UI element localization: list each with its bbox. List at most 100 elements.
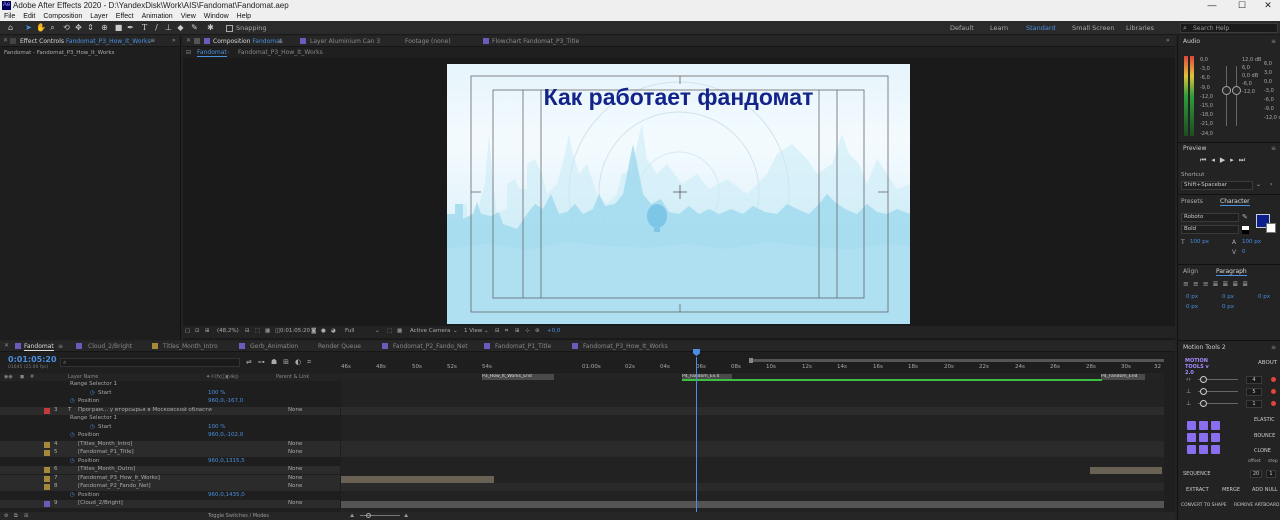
workspace-default[interactable]: Default — [950, 24, 974, 32]
label-color-swatch[interactable] — [44, 450, 50, 456]
color-channel-icon[interactable]: ◕ — [331, 328, 336, 334]
fast-previews-icon[interactable]: ⌗ — [505, 328, 508, 335]
anchor-tc-button[interactable] — [1199, 421, 1208, 430]
timeline-zoom-thumb[interactable] — [366, 513, 371, 518]
menu-effect[interactable]: Effect — [116, 12, 134, 21]
justify-left-icon[interactable]: ≣ — [1213, 280, 1223, 288]
layer-row[interactable]: ◷ Start 100 % — [0, 390, 340, 398]
selection-tool-icon[interactable]: ➤ — [24, 23, 33, 32]
layer-row[interactable]: ◷ Position 960,0,1435,0 — [0, 492, 340, 500]
menu-edit[interactable]: Edit — [23, 12, 35, 21]
effect-controls-tab[interactable]: Effect Controls Fandomat_P3_How_It_Works — [20, 38, 151, 45]
layer-row[interactable]: 7 [Fandomat_P3_How_It_Works] None — [0, 474, 340, 483]
justify-right-icon[interactable]: ≣ — [1232, 280, 1242, 288]
menu-animation[interactable]: Animation — [142, 12, 173, 21]
work-area-bar[interactable] — [751, 359, 1164, 362]
workspace-libraries[interactable]: Libraries — [1126, 24, 1154, 32]
layer-name-column[interactable]: Layer Name — [68, 374, 98, 380]
slider-thumb-1[interactable] — [1200, 376, 1207, 383]
brush-tool-icon[interactable]: / — [152, 23, 161, 32]
stopwatch-icon[interactable]: ◷ — [70, 492, 75, 498]
marker-how-it-works-end[interactable]: P3_How_It_Works_End — [482, 374, 554, 380]
anchor-tr-button[interactable] — [1211, 421, 1220, 430]
subtab-lock-icon[interactable]: ⊟ — [186, 49, 191, 56]
layer-bar-7[interactable] — [341, 475, 494, 483]
puppet-pin-icon[interactable]: ✱ — [206, 23, 215, 32]
font-family-select[interactable]: Roboto — [1181, 213, 1239, 222]
row-value[interactable]: 960,0,-102,0 — [208, 432, 243, 438]
stopwatch-icon[interactable]: ◷ — [70, 398, 75, 404]
snapping-checkbox[interactable] — [226, 25, 233, 32]
subtab-how-it-works[interactable]: Fandomat_P3_How_It_Works — [238, 49, 323, 56]
shortcut-expand-icon[interactable]: › — [1270, 181, 1272, 188]
slider-thumb-3[interactable] — [1200, 400, 1207, 407]
composition-viewer[interactable]: Как работает фандомат — [447, 64, 910, 324]
pan-behind-icon[interactable]: ⊕ — [100, 23, 109, 32]
layer-row[interactable]: ◷ Position 960,0,-102,0 — [0, 432, 340, 440]
minimize-button[interactable]: — — [1200, 0, 1224, 11]
pen-tool-icon[interactable]: ✒ — [126, 23, 135, 32]
roi-icon[interactable]: ⬚ — [387, 328, 392, 334]
menu-file[interactable]: File — [4, 12, 15, 21]
tab-flowchart[interactable]: Flowchart Fandomat_P3_Title — [492, 38, 579, 45]
playhead-line[interactable] — [696, 357, 697, 512]
graph-editor-icon[interactable]: ⌗ — [307, 358, 317, 366]
flowchart-icon[interactable]: ⊹ — [525, 328, 530, 334]
audio-slider-track-1[interactable] — [1226, 66, 1227, 126]
timeline-tab-fandomat[interactable]: Fandomat — [24, 343, 54, 351]
views-select[interactable]: 1 View — [464, 328, 482, 334]
zoom-out-icon[interactable]: ⛰ — [350, 513, 354, 519]
sequence-button[interactable]: SEQUENCE — [1183, 471, 1210, 477]
pan-camera-icon[interactable]: ✥ — [74, 23, 83, 32]
font-size-value[interactable]: 100 px — [1190, 239, 1209, 245]
marker-fandom-end[interactable]: P4_Fandom_End — [1101, 374, 1145, 380]
next-frame-icon[interactable]: ▸ — [1230, 156, 1239, 164]
transparency-icon[interactable]: ▦ — [265, 328, 270, 334]
comp-lock-icon[interactable] — [194, 38, 200, 44]
layer-row[interactable]: Range Selector 1 — [0, 381, 340, 389]
shortcut-select[interactable]: Shift+Spacebar — [1181, 181, 1253, 190]
layer-switches-icon[interactable]: ⊞ — [24, 513, 28, 519]
expand-collapse-icon[interactable]: ⧉ — [14, 513, 18, 519]
transparency-grid-icon[interactable]: ▦ — [397, 328, 402, 334]
space-after-value[interactable]: 0 px — [1222, 304, 1234, 310]
anchor-mr-button[interactable] — [1211, 433, 1220, 442]
layer-row[interactable]: 6 [Titles_Month_Outro] None — [0, 466, 340, 474]
rectangle-tool-icon[interactable]: ■ — [114, 23, 123, 32]
label-color-swatch[interactable] — [44, 484, 50, 490]
panel-close-icon[interactable]: ✕ — [3, 37, 8, 44]
timeline-tab-gerb[interactable]: Gerb_Animation — [250, 343, 298, 350]
row-value[interactable]: 960,0,1315,5 — [208, 458, 245, 464]
stopwatch-icon[interactable]: ◷ — [70, 432, 75, 438]
anchor-bl-button[interactable] — [1187, 445, 1196, 454]
play-icon[interactable]: ▶ — [1220, 156, 1230, 164]
red-dot-1[interactable] — [1271, 377, 1276, 382]
layer-row[interactable]: 9 [Cloud_2/Bright] None — [0, 500, 340, 508]
align-center-icon[interactable]: ≡ — [1193, 280, 1203, 288]
work-area-start[interactable] — [749, 358, 753, 363]
timeline-close-icon[interactable]: ✕ — [4, 342, 9, 349]
justify-center-icon[interactable]: ≣ — [1223, 280, 1233, 288]
space-before-value[interactable]: 0 px — [1186, 304, 1198, 310]
tracking-value[interactable]: 0 — [1242, 249, 1246, 255]
region-icon[interactable]: ⬚ — [255, 328, 260, 334]
row-parent[interactable]: None — [288, 407, 302, 413]
row-value[interactable]: 960,0,1435,0 — [208, 492, 245, 498]
row-parent[interactable]: None — [288, 449, 302, 455]
indent-first-value[interactable]: 0 px — [1258, 294, 1270, 300]
workspace-standard[interactable]: Standard — [1026, 24, 1056, 32]
render-time-icon[interactable]: ⚙ — [4, 513, 8, 519]
camera-select[interactable]: Active Camera — [410, 328, 450, 334]
close-button[interactable]: ✕ — [1256, 0, 1280, 11]
indent-right-value[interactable]: 0 px — [1222, 294, 1234, 300]
hand-tool-icon[interactable]: ✋ — [36, 23, 46, 32]
menu-window[interactable]: Window — [204, 12, 229, 21]
row-value[interactable]: 100 % — [208, 390, 225, 396]
row-parent[interactable]: None — [288, 500, 302, 506]
red-dot-3[interactable] — [1271, 401, 1276, 406]
parent-link-column[interactable]: Parent & Link — [276, 374, 309, 380]
layer-bar-8[interactable] — [341, 483, 1164, 491]
clone-stamp-icon[interactable]: ⊥ — [164, 23, 173, 32]
layer-row[interactable]: 5 [Fandomat_P1_Title] None — [0, 449, 340, 457]
anchor-tl-button[interactable] — [1187, 421, 1196, 430]
